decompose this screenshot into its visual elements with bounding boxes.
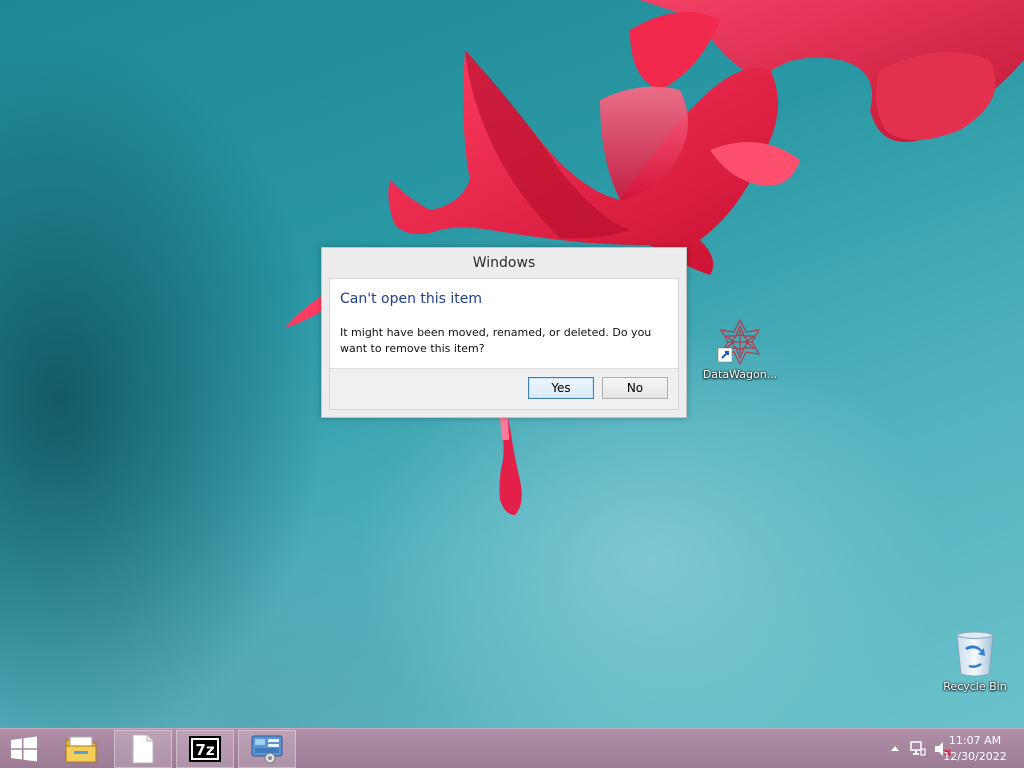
blank-document-icon <box>132 734 154 764</box>
file-explorer-icon <box>65 736 97 763</box>
document-taskbar-button[interactable] <box>114 730 172 768</box>
dialog-heading: Can't open this item <box>340 291 483 307</box>
error-dialog: Windows Can't open this item It might ha… <box>321 247 687 418</box>
notification-area: 11:07 AM 12/30/2022 <box>854 729 1024 769</box>
dialog-message: It might have been moved, renamed, or de… <box>340 326 652 355</box>
control-panel-icon <box>251 735 283 764</box>
start-button[interactable] <box>0 730 48 768</box>
network-icon[interactable] <box>910 741 926 757</box>
7zip-icon-text: 7z <box>195 741 214 759</box>
dialog-content: Can't open this item It might have been … <box>329 278 679 410</box>
datawagon-shortcut-label: DataWagon... <box>702 368 778 381</box>
desktop[interactable]: DataWagon... Recycle Bin Windows Can't o… <box>0 0 1024 728</box>
7zip-icon: 7z <box>189 736 221 762</box>
control-panel-taskbar-button[interactable] <box>238 730 296 768</box>
recycle-bin-icon <box>956 631 994 677</box>
show-hidden-icons-chevron-icon[interactable] <box>890 744 900 752</box>
datawagon-shortcut[interactable]: DataWagon... <box>698 318 782 381</box>
system-clock[interactable]: 11:07 AM 12/30/2022 <box>940 733 1010 765</box>
yes-button[interactable]: Yes <box>528 377 594 399</box>
recycle-bin[interactable]: Recycle Bin <box>933 630 1017 693</box>
clock-time: 11:07 AM <box>948 734 1002 747</box>
7zip-taskbar-button[interactable]: 7z <box>176 730 234 768</box>
clock-date: 12/30/2022 <box>943 750 1007 763</box>
file-explorer-taskbar-button[interactable] <box>52 730 110 768</box>
dialog-title: Windows <box>472 255 536 271</box>
recycle-bin-label: Recycle Bin <box>943 680 1007 693</box>
dialog-button-bar: Yes No <box>330 368 678 409</box>
taskbar: 7z 11:07 AM 12/30/2022 <box>0 728 1024 768</box>
start-icon <box>11 736 37 762</box>
datawagon-shortcut-icon <box>717 318 761 366</box>
no-button[interactable]: No <box>602 377 668 399</box>
